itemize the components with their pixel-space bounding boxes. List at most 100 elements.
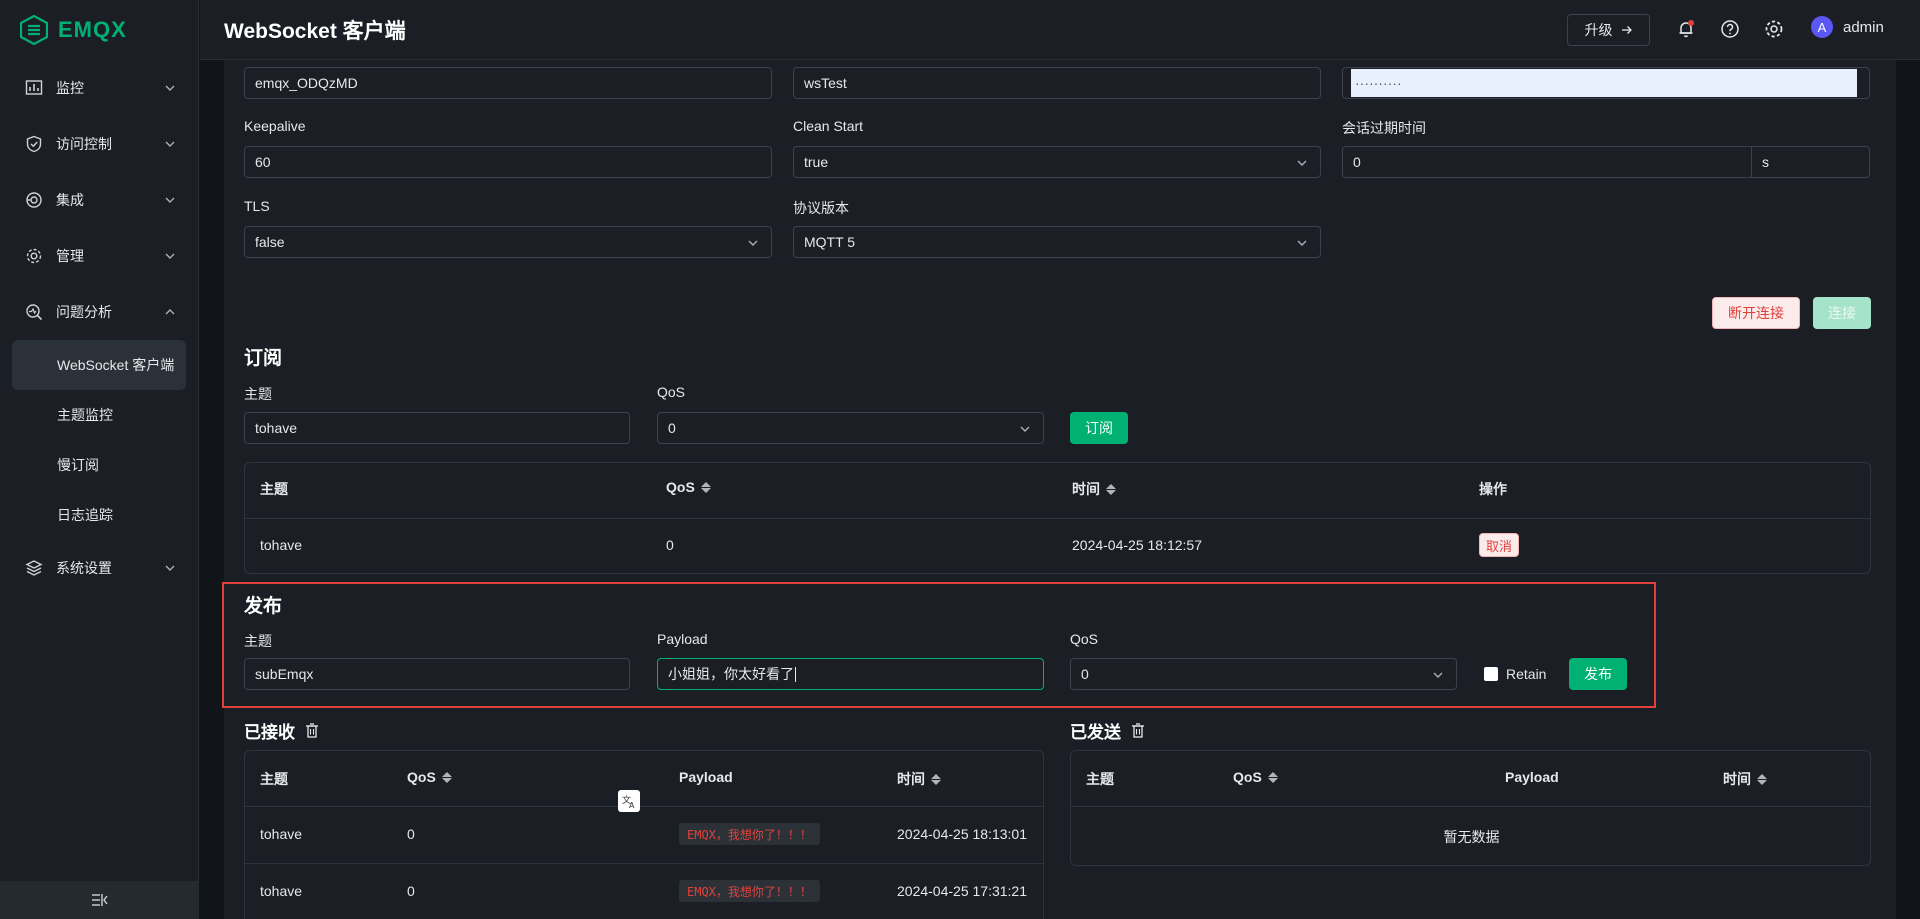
table-cell-qos: 0 (407, 883, 415, 899)
checkbox-box (1484, 667, 1498, 681)
column-header-time[interactable]: 时间 (1723, 769, 1767, 789)
sidebar-item-diagnose[interactable]: 问题分析 (12, 284, 186, 340)
session-expiry-value: 0 (1353, 154, 1361, 170)
chart-icon (24, 78, 44, 98)
clean-start-select[interactable]: true (793, 146, 1321, 178)
column-header-payload: Payload (679, 769, 733, 785)
logo[interactable]: EMQX (0, 0, 198, 60)
protocol-select[interactable]: MQTT 5 (793, 226, 1321, 258)
chevron-down-icon (1433, 672, 1443, 678)
sidebar-item-integration[interactable]: 集成 (12, 172, 186, 228)
sidebar-subitem-websocket-client[interactable]: WebSocket 客户端 (12, 340, 186, 390)
column-header-action: 操作 (1479, 481, 1507, 497)
sidebar-subitem-topic-metrics[interactable]: 主题监控 (12, 390, 186, 440)
publish-qos-select[interactable]: 0 (1070, 658, 1457, 690)
sent-section-title: 已发送 (1070, 723, 1121, 742)
chevron-down-icon (165, 197, 175, 203)
table-cell-topic: tohave (260, 826, 303, 842)
column-header-qos[interactable]: QoS (666, 479, 711, 495)
upgrade-button[interactable]: 升级 (1567, 14, 1650, 46)
top-header: WebSocket 客户端 升级 A admin (200, 0, 1920, 60)
table-cell-qos: 0 (407, 826, 415, 842)
subscribe-button[interactable]: 订阅 (1070, 412, 1128, 444)
row-divider (245, 863, 1043, 864)
table-cell-payload: EMQX，我想你了！！！ (679, 880, 820, 902)
session-expiry-input[interactable]: 0 (1342, 146, 1752, 178)
publish-qos-label: QoS (1070, 631, 1099, 647)
subscriptions-table: 主题 QoS 时间 操作 tohave 0 2024-04-25 18:12:5… (244, 462, 1871, 574)
help-icon[interactable] (1719, 18, 1741, 40)
chevron-down-icon (748, 240, 758, 246)
subscribe-section-title: 订阅 (244, 348, 283, 369)
layers-icon (24, 558, 44, 578)
subscribe-qos-value: 0 (668, 420, 676, 436)
sidebar-item-label: 问题分析 (56, 304, 112, 320)
trash-icon[interactable] (1131, 723, 1145, 738)
shield-icon (24, 134, 44, 154)
session-expiry-unit-value: s (1762, 154, 1769, 170)
table-cell-time: 2024-04-25 18:12:57 (1072, 537, 1202, 553)
tls-value: false (255, 234, 285, 250)
settings-gear-icon[interactable] (1763, 18, 1785, 40)
emqx-logo-icon (20, 15, 48, 45)
username-value: wsTest (804, 75, 847, 91)
chevron-down-icon (165, 565, 175, 571)
subscribe-qos-select[interactable]: 0 (657, 412, 1044, 444)
password-value: ·········· (1351, 69, 1857, 97)
sidebar-subitem-log-trace[interactable]: 日志追踪 (12, 490, 186, 540)
text-cursor (795, 666, 796, 682)
translate-icon[interactable]: 文A (618, 790, 640, 812)
column-header-time[interactable]: 时间 (897, 769, 941, 789)
sidebar-item-management[interactable]: 管理 (12, 228, 186, 284)
column-header-qos[interactable]: QoS (407, 769, 452, 785)
payload-input[interactable]: 小姐姐，你太好看了 (657, 658, 1044, 690)
retain-checkbox[interactable]: Retain (1484, 666, 1546, 682)
sidebar-item-label: 管理 (56, 248, 84, 264)
chevron-down-icon (1297, 160, 1307, 166)
sidebar-item-label: 系统设置 (56, 560, 112, 576)
row-divider (245, 806, 1043, 807)
sidebar-item-system-settings[interactable]: 系统设置 (12, 540, 186, 596)
received-section-title: 已接收 (244, 723, 295, 742)
bell-icon[interactable] (1675, 18, 1697, 40)
column-header-payload: Payload (1505, 769, 1559, 785)
subscribe-topic-label: 主题 (244, 386, 272, 402)
arrow-right-icon (1621, 26, 1632, 34)
session-expiry-unit: s (1751, 146, 1870, 178)
column-header-time[interactable]: 时间 (1072, 479, 1116, 499)
protocol-value: MQTT 5 (804, 234, 856, 250)
collapse-icon (91, 894, 108, 906)
payload-label: Payload (657, 631, 708, 647)
sidebar-subitem-slow-subscriptions[interactable]: 慢订阅 (12, 440, 186, 490)
sidebar-collapse-button[interactable] (0, 881, 199, 919)
received-header: 已接收 (244, 718, 319, 743)
sort-icon (441, 771, 452, 783)
column-header-topic: 主题 (260, 481, 288, 497)
sidebar-item-monitor[interactable]: 监控 (12, 60, 186, 116)
trash-icon[interactable] (305, 723, 319, 738)
keepalive-input[interactable]: 60 (244, 146, 772, 178)
username-input[interactable]: wsTest (793, 67, 1321, 99)
protocol-label: 协议版本 (793, 200, 849, 216)
unsubscribe-button[interactable]: 取消 (1479, 533, 1520, 557)
user-menu[interactable]: A admin (1811, 16, 1884, 38)
row-divider (245, 518, 1870, 519)
client-id-input[interactable]: emqx_ODQzMD (244, 67, 772, 99)
received-messages-table: 主题 QoS Payload 时间 tohave 0 EMQX，我想你了！！！ … (244, 750, 1044, 919)
publish-topic-value: subEmqx (255, 666, 314, 682)
disconnect-button[interactable]: 断开连接 (1712, 297, 1800, 329)
sidebar-item-label: 监控 (56, 80, 84, 96)
publish-topic-input[interactable]: subEmqx (244, 658, 630, 690)
connect-button[interactable]: 连接 (1813, 297, 1871, 329)
payload-value: 小姐姐，你太好看了 (668, 666, 794, 682)
sort-icon (700, 481, 711, 493)
password-input[interactable]: ·········· (1342, 67, 1870, 99)
table-cell-time: 2024-04-25 17:31:21 (897, 883, 1027, 899)
column-header-topic: 主题 (1086, 771, 1114, 787)
username: admin (1843, 18, 1884, 36)
publish-button[interactable]: 发布 (1569, 658, 1627, 690)
sidebar-item-access-control[interactable]: 访问控制 (12, 116, 186, 172)
column-header-qos[interactable]: QoS (1233, 769, 1278, 785)
subscribe-topic-input[interactable]: tohave (244, 412, 630, 444)
tls-select[interactable]: false (244, 226, 772, 258)
